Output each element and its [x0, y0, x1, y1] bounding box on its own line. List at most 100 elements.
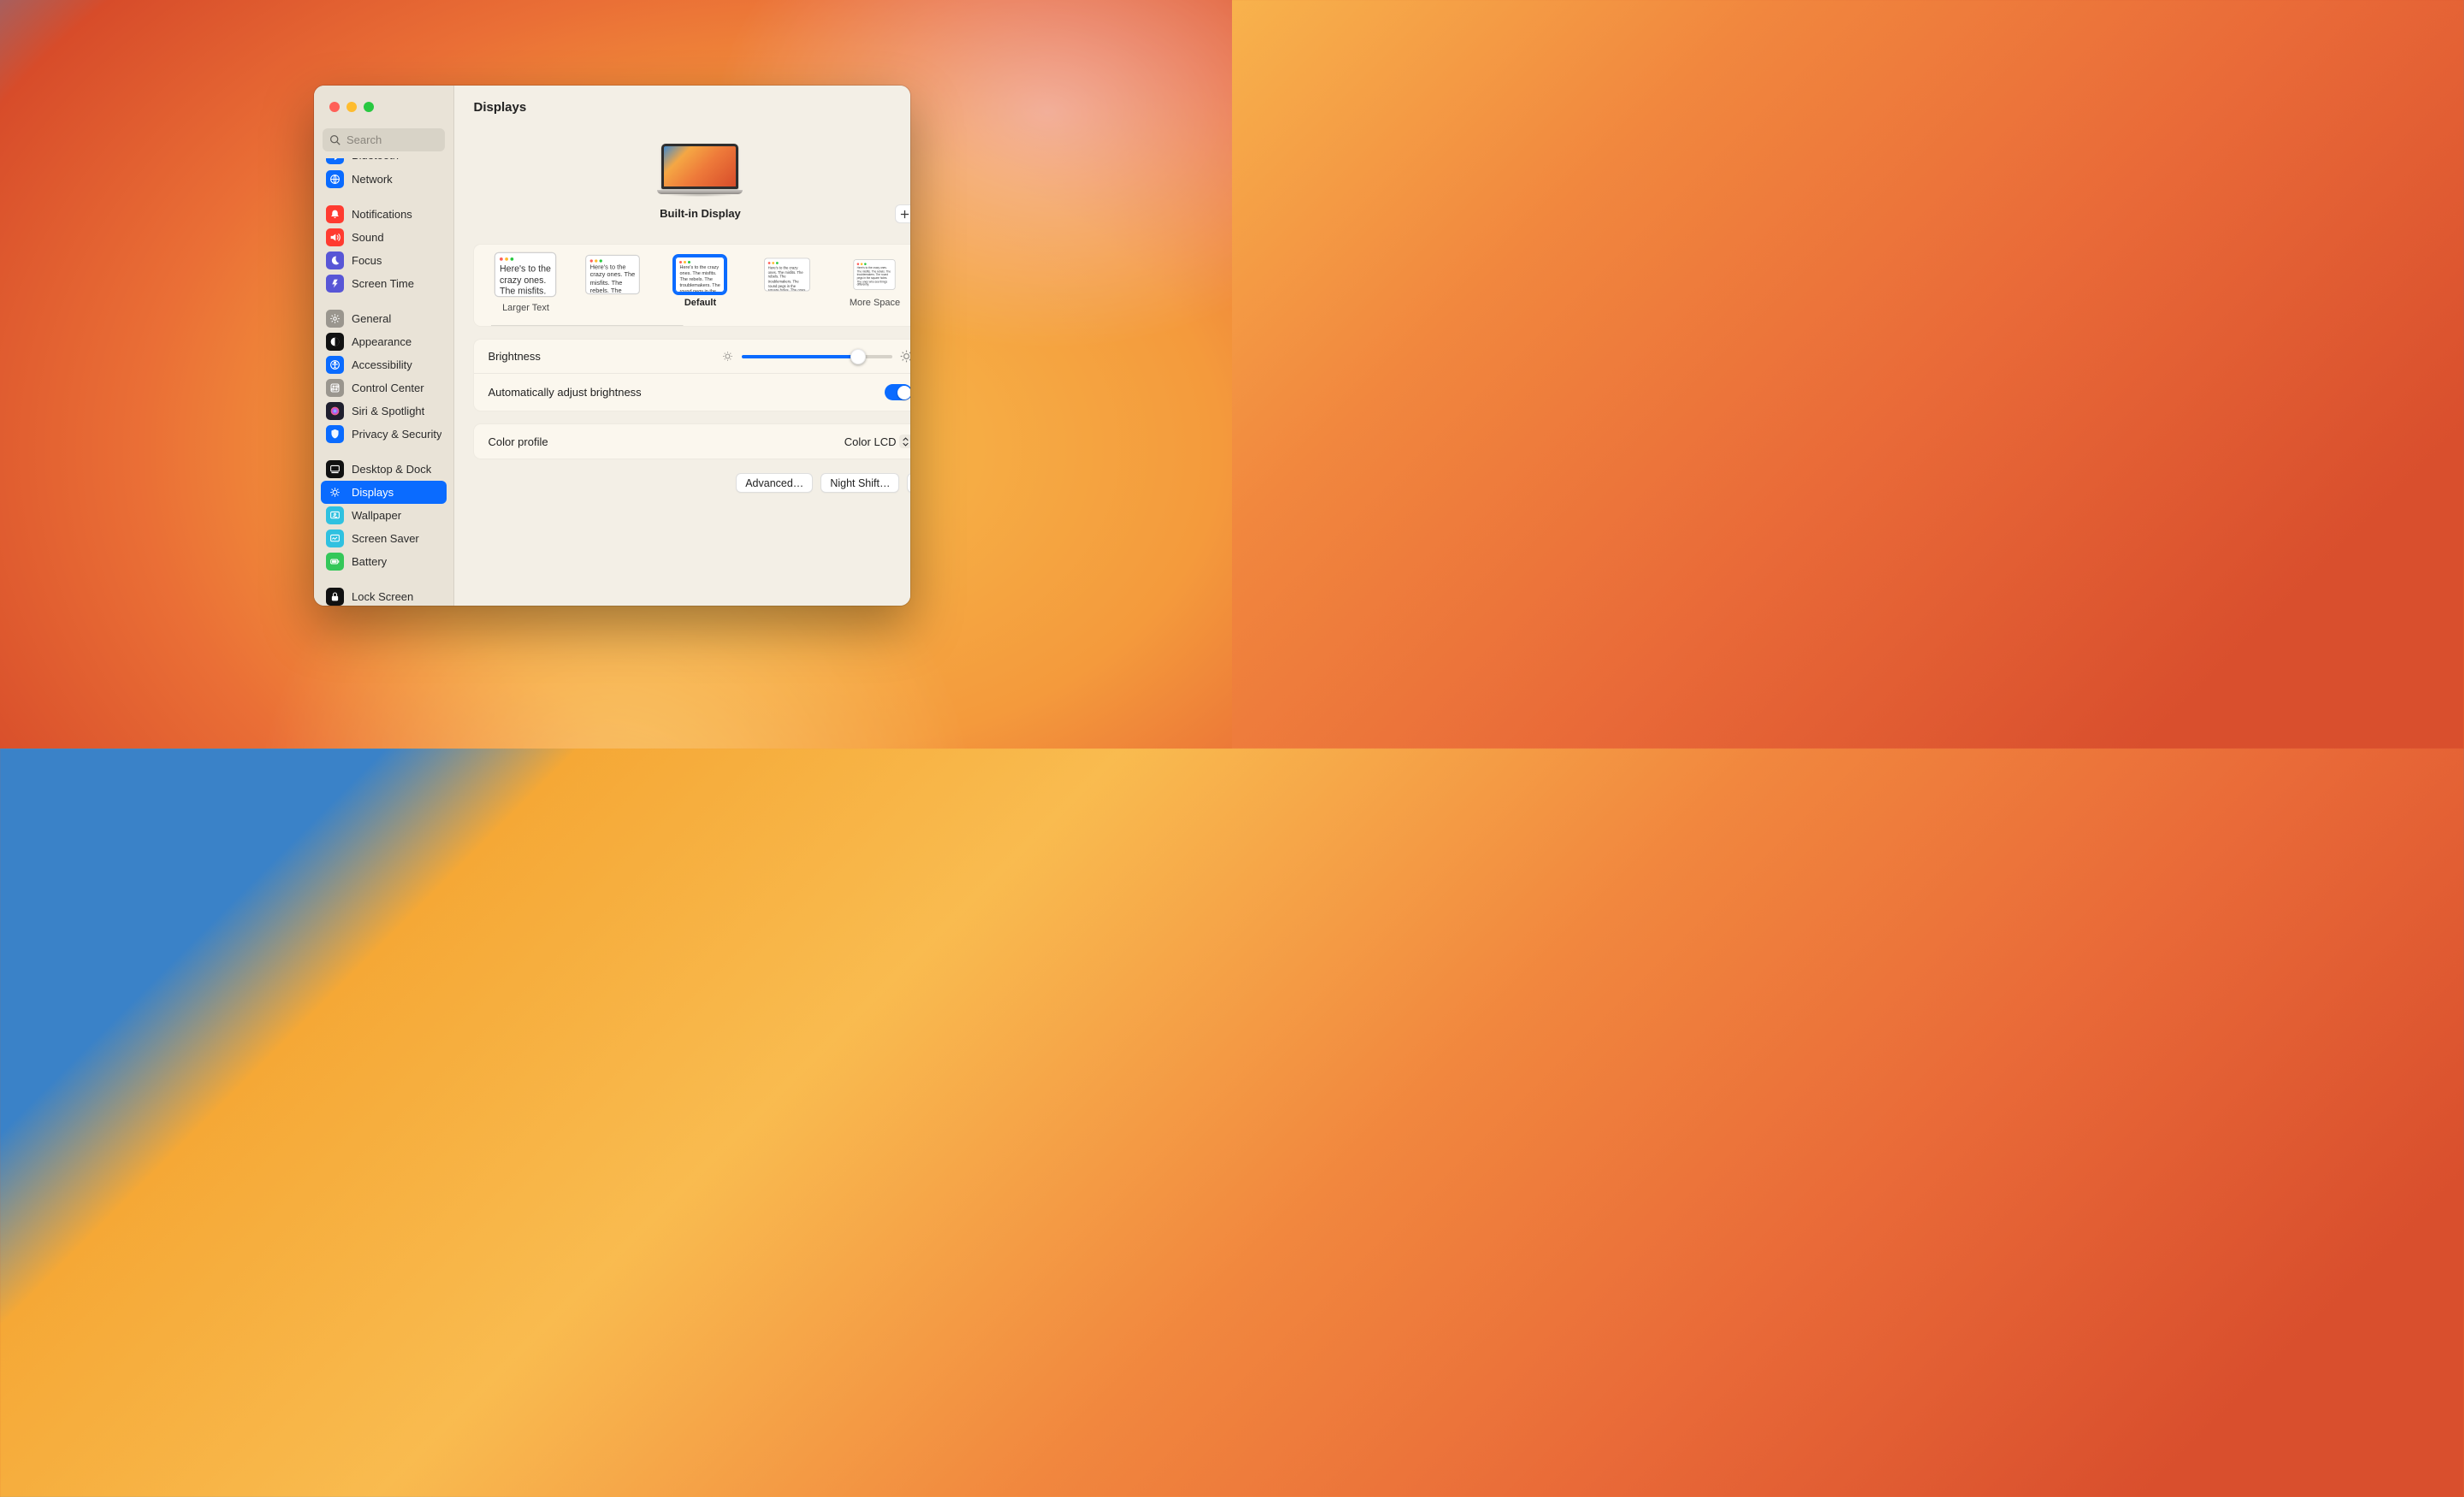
resolution-option-larger[interactable]: Here's to the crazy ones. The misfits. T… [489, 257, 561, 313]
displays-icon [326, 483, 344, 501]
sidebar-item-displays[interactable]: Displays [321, 481, 447, 504]
resolution-option-r4[interactable]: Here's to the crazy ones. The misfits. T… [751, 257, 823, 298]
sidebar-item-label: General [352, 312, 391, 325]
screentime-icon [326, 275, 344, 293]
sidebar-item-general[interactable]: General [321, 307, 447, 330]
display-thumbnail[interactable] [657, 144, 743, 197]
page-title: Displays [473, 100, 526, 115]
brightness-row: Brightness [474, 340, 910, 373]
sound-icon [326, 228, 344, 246]
sidebar-item-label: Privacy & Security [352, 428, 441, 441]
sidebar-item-label: Control Center [352, 382, 424, 394]
sidebar: BluetoothNetworkNotificationsSoundFocusS… [314, 86, 454, 606]
sidebar-item-focus[interactable]: Focus [321, 249, 447, 272]
sidebar-item-label: Sound [352, 231, 384, 244]
privacy-icon [326, 425, 344, 443]
brightness-low-icon [722, 351, 733, 362]
content-header: Displays [454, 86, 910, 128]
brightness-high-icon [900, 350, 910, 364]
accessibility-icon [326, 356, 344, 374]
sidebar-item-battery[interactable]: Battery [321, 550, 447, 573]
sidebar-item-screentime[interactable]: Screen Time [321, 272, 447, 295]
auto-brightness-label: Automatically adjust brightness [488, 386, 641, 399]
sidebar-item-desktop[interactable]: Desktop & Dock [321, 458, 447, 481]
resolution-thumb: Here's to the crazy ones. The misfits. T… [586, 255, 641, 294]
resolution-option-r2[interactable]: Here's to the crazy ones. The misfits. T… [577, 257, 649, 301]
sidebar-item-sound[interactable]: Sound [321, 226, 447, 249]
search-field[interactable] [323, 128, 445, 151]
sidebar-item-label: Lock Screen [352, 590, 413, 603]
resolution-thumb: Here's to the crazy ones. The misfits. T… [675, 257, 725, 293]
advanced-button[interactable]: Advanced… [736, 473, 813, 493]
resolution-thumb: Here's to the crazy ones. The misfits. T… [765, 257, 811, 291]
desktop-icon [326, 460, 344, 478]
resolution-label: Larger Text [502, 303, 549, 313]
display-name: Built-in Display [660, 207, 741, 220]
siri-icon [326, 402, 344, 420]
sidebar-item-label: Screen Time [352, 277, 414, 290]
color-profile-row: Color profile Color LCD [474, 424, 910, 459]
network-icon [326, 170, 344, 188]
resolution-label: More Space [850, 298, 900, 308]
sidebar-nav: BluetoothNetworkNotificationsSoundFocusS… [314, 158, 453, 606]
color-profile-value: Color LCD [844, 435, 897, 448]
sidebar-item-appearance[interactable]: Appearance [321, 330, 447, 353]
sidebar-item-label: Battery [352, 555, 387, 568]
resolution-option-more[interactable]: Here's to the crazy ones. The misfits. T… [838, 257, 910, 308]
sidebar-item-label: Desktop & Dock [352, 463, 431, 476]
color-profile-select[interactable]: Color LCD [844, 435, 910, 448]
screensaver-icon [326, 530, 344, 547]
controlcenter-icon [326, 379, 344, 397]
resolution-label: Default [684, 298, 716, 308]
content: Displays Built-in Display [454, 86, 910, 606]
sidebar-item-privacy[interactable]: Privacy & Security [321, 423, 447, 446]
sidebar-item-screensaver[interactable]: Screen Saver [321, 527, 447, 550]
sidebar-item-label: Siri & Spotlight [352, 405, 424, 417]
display-hero: Built-in Display [473, 128, 910, 232]
battery-icon [326, 553, 344, 571]
resolution-thumb: Here's to the crazy ones. The misfits. T… [854, 259, 896, 290]
sidebar-item-wallpaper[interactable]: Wallpaper [321, 504, 447, 527]
auto-brightness-row: Automatically adjust brightness [474, 373, 910, 411]
general-icon [326, 310, 344, 328]
resolution-thumb: Here's to the crazy ones. The misfits. T… [495, 252, 557, 298]
window-controls [314, 86, 453, 128]
brightness-slider[interactable] [742, 355, 892, 358]
sidebar-item-label: Screen Saver [352, 532, 419, 545]
sidebar-item-notifications[interactable]: Notifications [321, 203, 447, 226]
sidebar-item-controlcenter[interactable]: Control Center [321, 376, 447, 399]
plus-icon [900, 210, 909, 219]
settings-window: BluetoothNetworkNotificationsSoundFocusS… [314, 86, 910, 606]
help-button[interactable]: ? [907, 473, 910, 493]
search-input[interactable] [323, 128, 445, 151]
appearance-icon [326, 333, 344, 351]
resolution-option-default[interactable]: Here's to the crazy ones. The misfits. T… [664, 257, 736, 308]
updown-icon [899, 435, 910, 448]
sidebar-item-label: Appearance [352, 335, 412, 348]
add-display-controls [895, 204, 910, 223]
search-icon [329, 134, 341, 145]
close-button[interactable] [329, 102, 340, 112]
add-display-button[interactable] [895, 204, 910, 223]
sidebar-item-lockscreen[interactable]: Lock Screen [321, 585, 447, 606]
sidebar-item-label: Accessibility [352, 358, 412, 371]
sidebar-item-label: Focus [352, 254, 382, 267]
auto-brightness-toggle[interactable] [885, 384, 910, 400]
minimize-button[interactable] [346, 102, 357, 112]
color-profile-label: Color profile [488, 435, 548, 448]
sidebar-item-siri[interactable]: Siri & Spotlight [321, 399, 447, 423]
notifications-icon [326, 205, 344, 223]
sidebar-item-network[interactable]: Network [321, 168, 447, 191]
sidebar-item-accessibility[interactable]: Accessibility [321, 353, 447, 376]
brightness-panel: Brightness Automatically adjust brightne… [473, 339, 910, 411]
sidebar-item-label: Network [352, 173, 393, 186]
brightness-label: Brightness [488, 350, 540, 363]
wallpaper-icon [326, 506, 344, 524]
footer-buttons: Advanced… Night Shift… ? [473, 473, 910, 493]
night-shift-button[interactable]: Night Shift… [820, 473, 899, 493]
sidebar-item-label: Displays [352, 486, 394, 499]
resolution-panel: Here's to the crazy ones. The misfits. T… [473, 244, 910, 327]
lockscreen-icon [326, 588, 344, 606]
focus-icon [326, 251, 344, 269]
maximize-button[interactable] [364, 102, 374, 112]
